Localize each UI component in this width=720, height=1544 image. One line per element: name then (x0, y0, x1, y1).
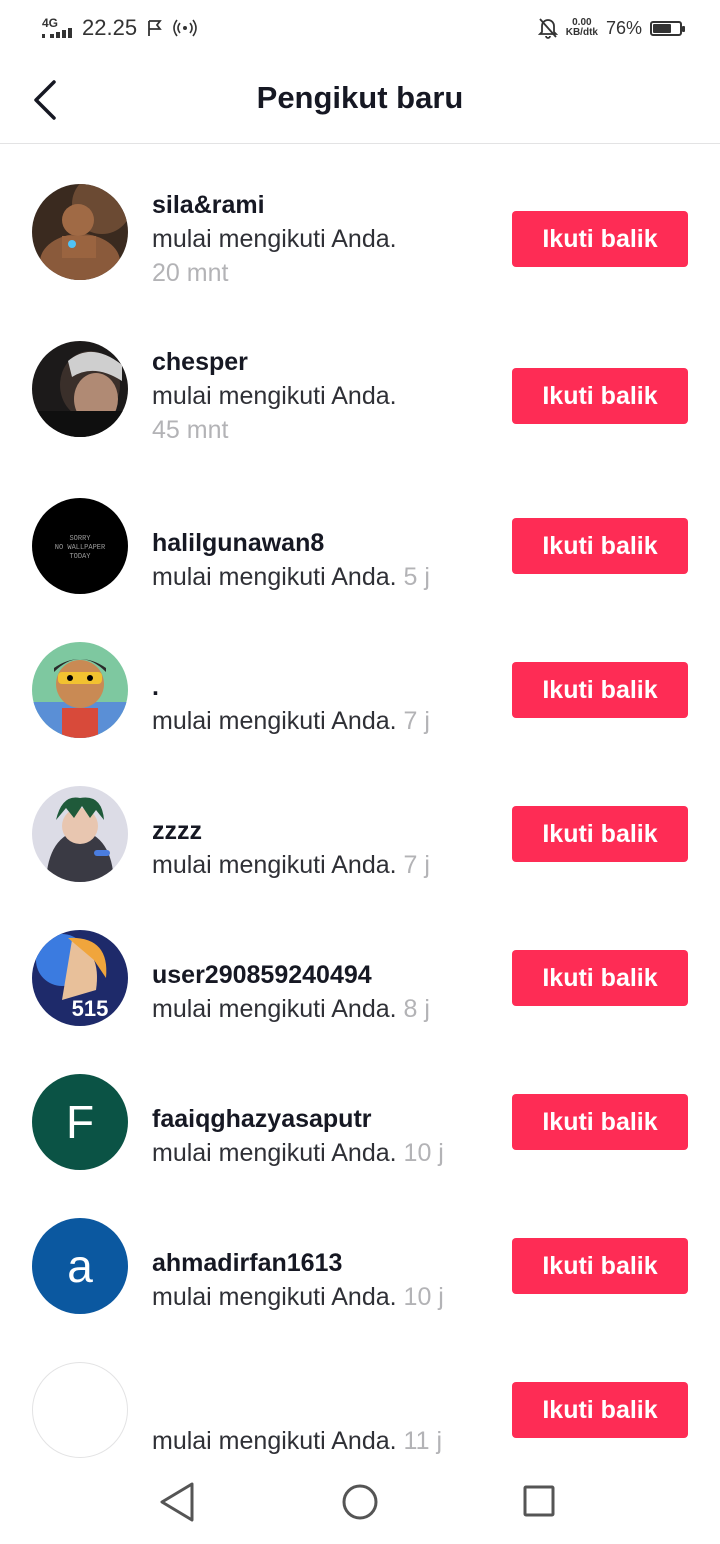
follower-text: mulai mengikuti Anda. 11 j (152, 1390, 492, 1458)
follow-back-button[interactable]: Ikuti balik (512, 662, 688, 718)
hotspot-icon (173, 19, 197, 37)
username[interactable]: zzzz (152, 814, 492, 848)
follower-text: sila&rami mulai mengikuti Anda. 20 mnt (152, 188, 492, 290)
follow-message: mulai mengikuti Anda. 11 j (152, 1424, 492, 1458)
message-text: mulai mengikuti Anda. (152, 707, 397, 735)
svg-text:515: 515 (72, 996, 109, 1021)
message-text: mulai mengikuti Anda. (152, 563, 397, 591)
follower-text: ahmadirfan1613 mulai mengikuti Anda. 10 j (152, 1246, 492, 1314)
timestamp: 20 mnt (152, 259, 229, 287)
follow-message: mulai mengikuti Anda. 8 j (152, 992, 492, 1026)
username[interactable]: ahmadirfan1613 (152, 1246, 492, 1280)
username[interactable]: chesper (152, 345, 492, 379)
nav-back-button[interactable] (156, 1480, 200, 1524)
follow-message: mulai mengikuti Anda. (152, 379, 492, 413)
nav-recents-button[interactable] (518, 1480, 562, 1524)
nav-home-button[interactable] (338, 1480, 382, 1524)
follow-back-button[interactable]: Ikuti balik (512, 518, 688, 574)
follow-message: mulai mengikuti Anda. 10 j (152, 1136, 492, 1170)
network-speed: 0.00 KB/dtk (565, 17, 598, 38)
timestamp: 11 j (403, 1427, 442, 1455)
flag-icon (148, 20, 162, 36)
timestamp: 10 j (403, 1283, 444, 1311)
follow-message: mulai mengikuti Anda. 7 j (152, 704, 492, 738)
timestamp: 8 j (403, 995, 430, 1023)
system-nav-bar (0, 1460, 720, 1544)
message-text: mulai mengikuti Anda. (152, 1427, 397, 1455)
svg-text:TODAY: TODAY (69, 553, 91, 561)
avatar[interactable]: 515 (32, 930, 128, 1026)
timestamp: 7 j (403, 707, 430, 735)
page-title: Pengikut baru (256, 80, 464, 115)
svg-text:SORRY: SORRY (69, 535, 91, 543)
message-text: mulai mengikuti Anda. (152, 851, 397, 879)
follower-text: faaiqghazyasaputr mulai mengikuti Anda. 1… (152, 1102, 492, 1170)
avatar[interactable] (32, 341, 128, 437)
avatar-letter: a (67, 1240, 93, 1292)
timestamp: 7 j (403, 851, 430, 879)
message-text: mulai mengikuti Anda. (152, 1283, 397, 1311)
username[interactable]: faaiqghazyasaputr (152, 1102, 492, 1136)
username[interactable]: sila&rami (152, 188, 492, 222)
follow-message: mulai mengikuti Anda. 10 j (152, 1280, 492, 1314)
follow-message: mulai mengikuti Anda. 5 j (152, 560, 492, 594)
avatar[interactable] (32, 786, 128, 882)
follow-back-button[interactable]: Ikuti balik (512, 950, 688, 1006)
follower-text: chesper mulai mengikuti Anda. 45 mnt (152, 345, 492, 447)
circle-home-icon (342, 1484, 378, 1520)
username[interactable]: . (152, 670, 492, 704)
avatar[interactable]: SORRY NO WALLPAPER TODAY (32, 498, 128, 594)
avatar[interactable] (32, 184, 128, 280)
follower-text: . mulai mengikuti Anda. 7 j (152, 670, 492, 738)
header: Pengikut baru (0, 56, 720, 144)
message-text: mulai mengikuti Anda. (152, 382, 397, 410)
battery-icon (650, 20, 685, 36)
follow-back-button[interactable]: Ikuti balik (512, 1094, 688, 1150)
avatar[interactable]: F (32, 1074, 128, 1170)
follower-text: user290859240494 mulai mengikuti Anda. 8 … (152, 958, 492, 1026)
message-text: mulai mengikuti Anda. (152, 225, 397, 253)
signal-icon: 4G (42, 17, 72, 38)
message-text: mulai mengikuti Anda. (152, 995, 397, 1023)
svg-text:NO WALLPAPER: NO WALLPAPER (55, 544, 106, 552)
follower-text: zzzz mulai mengikuti Anda. 7 j (152, 814, 492, 882)
triangle-back-icon (160, 1482, 194, 1522)
message-text: mulai mengikuti Anda. (152, 1139, 397, 1167)
follow-message: mulai mengikuti Anda. 7 j (152, 848, 492, 882)
avatar-letter: F (65, 1096, 95, 1148)
timestamp: 10 j (403, 1139, 444, 1167)
avatar[interactable] (32, 1362, 128, 1458)
status-bar: 4G 22.25 0.00 KB/dtk 76% (0, 0, 720, 56)
avatar[interactable]: a (32, 1218, 128, 1314)
notifications-off-icon (537, 18, 558, 39)
follow-back-button[interactable]: Ikuti balik (512, 368, 688, 424)
username[interactable]: user290859240494 (152, 958, 492, 992)
battery-percent: 76% (605, 17, 642, 38)
follow-back-button[interactable]: Ikuti balik (512, 1382, 688, 1438)
clock: 22.25 (82, 15, 138, 40)
avatar[interactable] (32, 642, 128, 738)
follow-message: mulai mengikuti Anda. (152, 222, 492, 256)
follow-back-button[interactable]: Ikuti balik (512, 1238, 688, 1294)
username[interactable] (152, 1390, 492, 1424)
follower-text: halilgunawan8 mulai mengikuti Anda. 5 j (152, 526, 492, 594)
square-recents-icon (523, 1485, 555, 1517)
username[interactable]: halilgunawan8 (152, 526, 492, 560)
timestamp: 45 mnt (152, 416, 229, 444)
timestamp: 5 j (403, 563, 430, 591)
follow-back-button[interactable]: Ikuti balik (512, 806, 688, 862)
follow-back-button[interactable]: Ikuti balik (512, 211, 688, 267)
